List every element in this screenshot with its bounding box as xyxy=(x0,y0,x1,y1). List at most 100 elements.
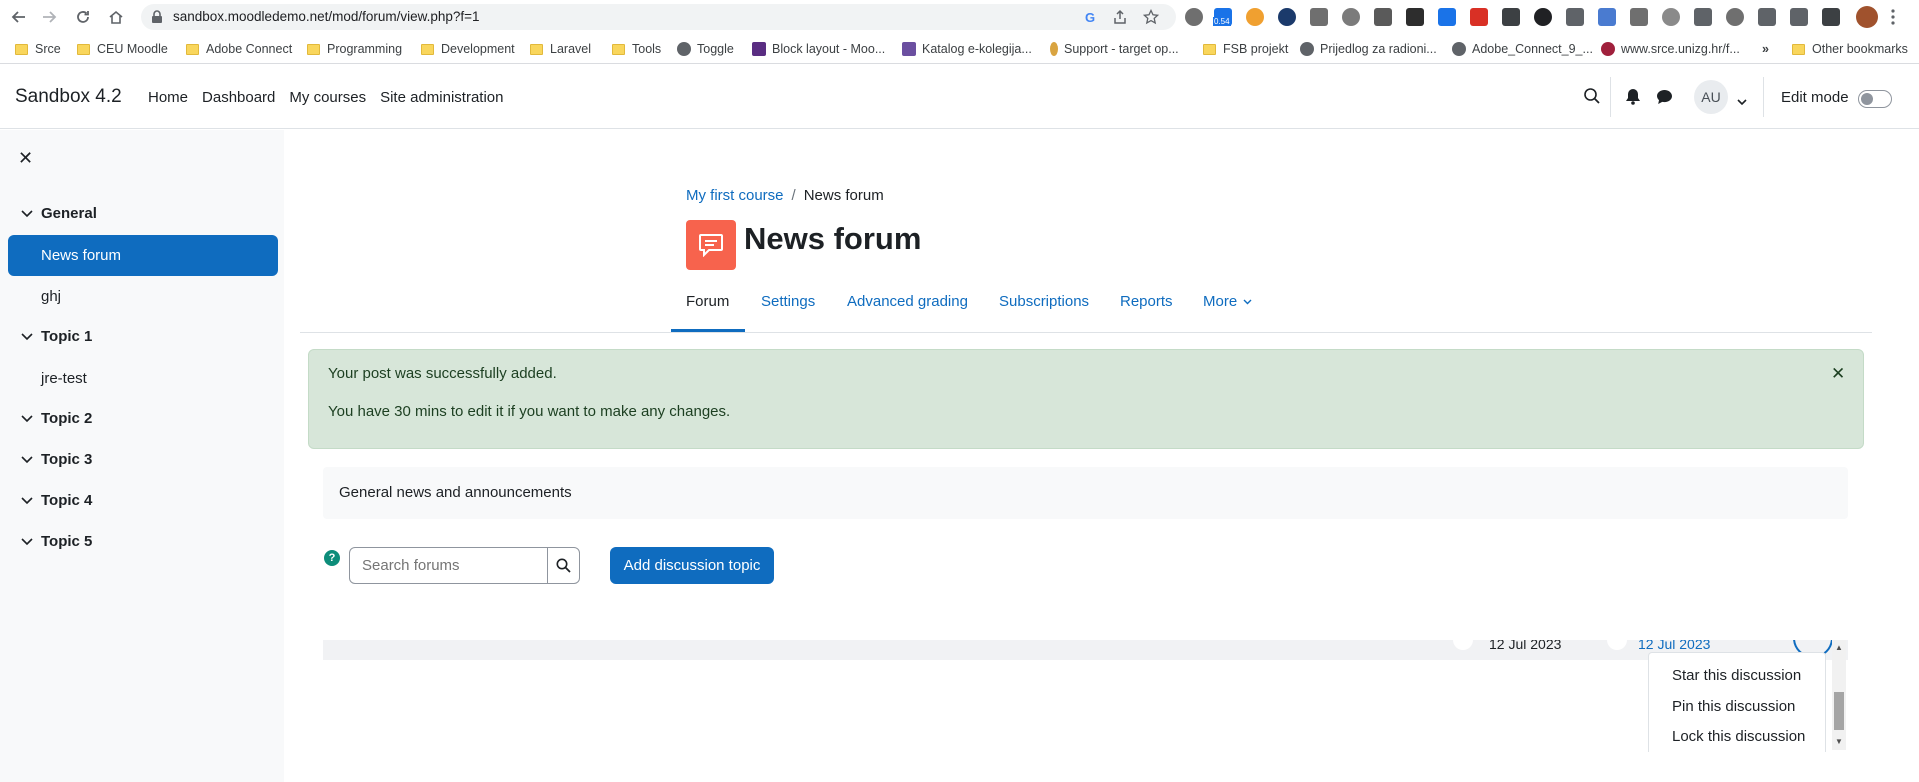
qr-icon[interactable] xyxy=(1694,8,1712,26)
bookmark-folder[interactable]: Srce xyxy=(15,41,61,57)
cookie-icon[interactable] xyxy=(1246,8,1264,26)
help-icon[interactable]: ? xyxy=(324,550,340,566)
bookmark-link[interactable]: Block layout - Moo... xyxy=(752,41,885,57)
nav-site-administration[interactable]: Site administration xyxy=(380,89,503,106)
chevron-down-icon[interactable] xyxy=(20,332,34,341)
profile-avatar[interactable] xyxy=(1856,6,1878,28)
skype-icon[interactable] xyxy=(1342,8,1360,26)
puzzle-icon[interactable] xyxy=(1758,8,1776,26)
checkbox-icon[interactable] xyxy=(1502,8,1520,26)
bookmark-link[interactable]: Support - target op... xyxy=(1050,41,1179,57)
tab-settings[interactable]: Settings xyxy=(761,292,815,333)
reload-icon[interactable] xyxy=(72,6,94,28)
translate-icon[interactable] xyxy=(1598,8,1616,26)
extension-badge-icon[interactable]: 0.54 xyxy=(1213,8,1232,26)
tab-forum[interactable]: Forum xyxy=(686,292,729,333)
bookmark-folder[interactable]: CEU Moodle xyxy=(77,41,168,57)
url-text[interactable]: sandbox.moodledemo.net/mod/forum/view.ph… xyxy=(173,9,480,24)
chevron-down-icon[interactable] xyxy=(20,209,34,218)
other-bookmarks-folder[interactable]: Other bookmarks xyxy=(1792,41,1908,57)
pdf-icon[interactable] xyxy=(1470,8,1488,26)
bookmark-link[interactable]: Toggle xyxy=(677,41,734,57)
sidepanel-icon[interactable] xyxy=(1822,8,1840,26)
star-icon[interactable] xyxy=(1142,8,1160,25)
search-submit-button[interactable] xyxy=(547,548,579,583)
bookmark-link[interactable]: Katalog e-kolegija... xyxy=(902,41,1032,57)
tab-subscriptions[interactable]: Subscriptions xyxy=(999,292,1089,333)
menu-item-lock[interactable]: Lock this discussion xyxy=(1672,728,1805,745)
course-index-item-jre-test[interactable]: jre-test xyxy=(41,370,87,387)
bookmark-folder[interactable]: Development xyxy=(421,41,515,57)
bookmark-folder[interactable]: Adobe Connect xyxy=(186,41,292,57)
bookmark-folder[interactable]: FSB projekt xyxy=(1203,41,1288,57)
menu-item-pin[interactable]: Pin this discussion xyxy=(1672,698,1795,715)
back-icon[interactable] xyxy=(8,6,30,28)
folder-icon xyxy=(1792,43,1805,55)
edit-mode-toggle[interactable] xyxy=(1858,90,1892,108)
gauge-icon[interactable] xyxy=(1726,8,1744,26)
primary-navigation: Home Dashboard My courses Site administr… xyxy=(148,89,518,106)
chevron-down-icon[interactable] xyxy=(20,414,34,423)
lock-icon[interactable] xyxy=(151,10,163,29)
tab-advanced-grading[interactable]: Advanced grading xyxy=(847,292,968,333)
address-bar[interactable]: sandbox.moodledemo.net/mod/forum/view.ph… xyxy=(141,4,1176,30)
last-post-date-link[interactable]: 12 Jul 2023 xyxy=(1638,640,1710,652)
wordpress-icon[interactable] xyxy=(1662,8,1680,26)
reader-icon[interactable] xyxy=(1374,8,1392,26)
search-icon[interactable] xyxy=(1583,87,1601,110)
site-brand[interactable]: Sandbox 4.2 xyxy=(15,86,122,108)
course-index-item-news-forum[interactable]: News forum xyxy=(8,235,278,276)
bug-icon[interactable] xyxy=(1630,8,1648,26)
section-topic-2[interactable]: Topic 2 xyxy=(20,410,92,427)
add-discussion-button[interactable]: Add discussion topic xyxy=(610,547,774,584)
bookmark-folder[interactable]: Tools xyxy=(612,41,661,57)
tab-more[interactable]: More xyxy=(1203,292,1252,333)
close-drawer-icon[interactable]: ✕ xyxy=(18,148,33,169)
bookmark-link[interactable]: www.srce.unizg.hr/f... xyxy=(1601,41,1740,57)
scrollbar-thumb[interactable] xyxy=(1834,692,1844,730)
notifications-bell-icon[interactable] xyxy=(1625,88,1641,110)
course-index-item-ghj[interactable]: ghj xyxy=(41,288,61,305)
square-icon[interactable] xyxy=(1438,8,1456,26)
nav-dashboard[interactable]: Dashboard xyxy=(202,89,275,106)
chevron-down-icon[interactable] xyxy=(20,537,34,546)
bookmark-link[interactable]: Prijedlog za radioni... xyxy=(1300,41,1437,57)
nav-home[interactable]: Home xyxy=(148,89,188,106)
forward-icon[interactable] xyxy=(38,6,60,28)
table-scrollbar[interactable]: ▲ ▼ xyxy=(1832,640,1846,750)
section-topic-4[interactable]: Topic 4 xyxy=(20,492,92,509)
check-shield-icon[interactable] xyxy=(1278,8,1296,26)
close-icon[interactable]: ✕ xyxy=(1831,364,1845,384)
screenshot-icon[interactable] xyxy=(1566,8,1584,26)
messages-icon[interactable] xyxy=(1656,89,1673,110)
forum-description: General news and announcements xyxy=(339,484,572,501)
breadcrumb-course-link[interactable]: My first course xyxy=(686,187,784,204)
aperture-icon[interactable] xyxy=(1534,8,1552,26)
tab-reports[interactable]: Reports xyxy=(1120,292,1173,333)
recycle-icon[interactable] xyxy=(1310,8,1328,26)
nav-my-courses[interactable]: My courses xyxy=(289,89,366,106)
chevron-down-icon[interactable] xyxy=(20,496,34,505)
menu-item-star[interactable]: Star this discussion xyxy=(1672,667,1801,684)
more-bookmarks-button[interactable]: » xyxy=(1762,41,1769,57)
google-icon[interactable]: G xyxy=(1083,9,1099,25)
section-general[interactable]: General xyxy=(20,205,97,222)
bookmark-folder[interactable]: Laravel xyxy=(530,41,591,57)
scroll-up-icon[interactable]: ▲ xyxy=(1835,643,1843,652)
more-vert-icon[interactable] xyxy=(1890,8,1900,26)
chevron-down-icon[interactable] xyxy=(1737,93,1747,111)
bookmark-folder[interactable]: Programming xyxy=(307,41,402,57)
pen-icon[interactable] xyxy=(1406,8,1424,26)
share-icon[interactable] xyxy=(1112,9,1128,25)
section-topic-1[interactable]: Topic 1 xyxy=(20,328,92,345)
section-topic-5[interactable]: Topic 5 xyxy=(20,533,92,550)
bookmark-link[interactable]: Adobe_Connect_9_... xyxy=(1452,41,1593,57)
playlist-icon[interactable] xyxy=(1790,8,1808,26)
extension-icon[interactable] xyxy=(1185,8,1203,26)
section-topic-3[interactable]: Topic 3 xyxy=(20,451,92,468)
scroll-down-icon[interactable]: ▼ xyxy=(1835,737,1843,746)
user-avatar[interactable]: AU xyxy=(1694,80,1728,114)
search-input[interactable] xyxy=(350,548,547,583)
chevron-down-icon[interactable] xyxy=(20,455,34,464)
home-icon[interactable] xyxy=(105,6,127,28)
